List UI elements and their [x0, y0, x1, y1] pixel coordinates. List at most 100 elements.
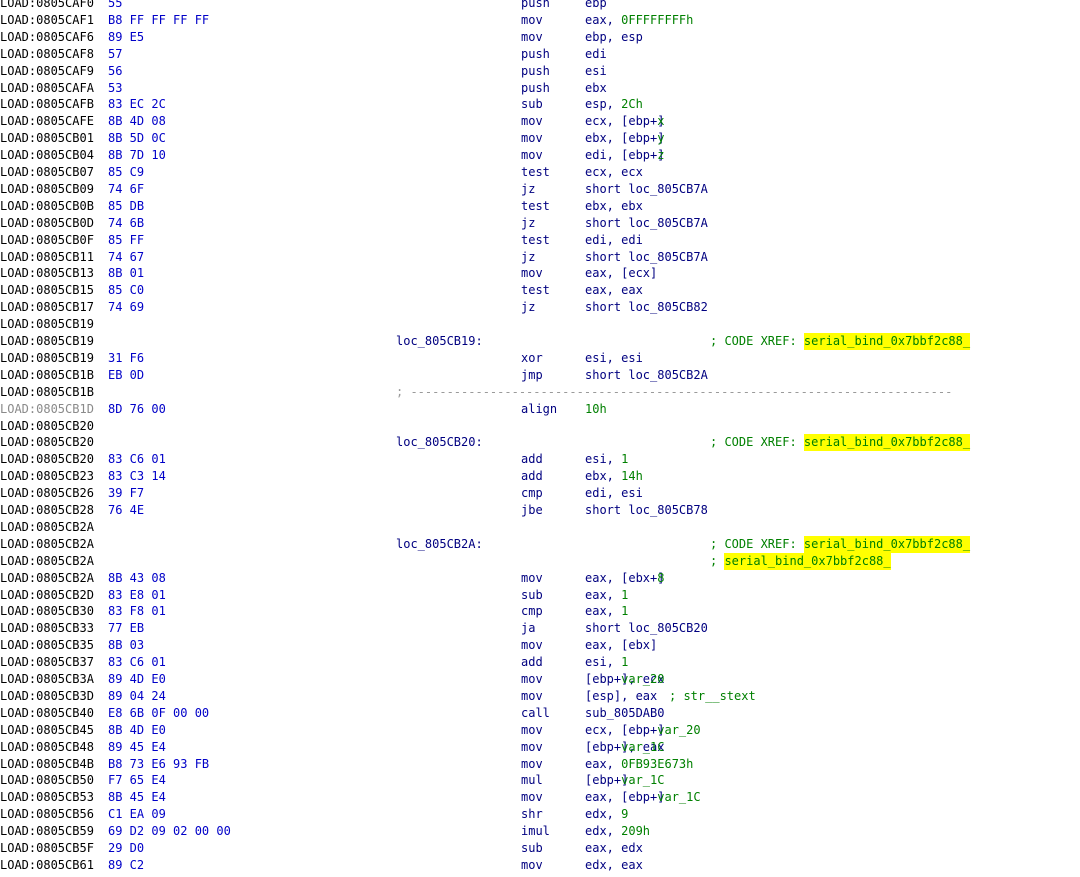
operands[interactable]: edx, eax [585, 857, 643, 874]
xref-link[interactable]: serial_bind_0x7bbf2c88_ [803, 333, 971, 350]
listing-row[interactable]: LOAD:0805CAFB 83 EC 2C sub esp, 2Ch [0, 96, 1080, 113]
listing-row[interactable]: LOAD:0805CB40 E8 6B 0F 00 00 call sub_805DA… [0, 705, 1080, 722]
operands[interactable]: esi, esi [585, 350, 643, 367]
listing-row[interactable]: LOAD:0805CB04 8B 7D 10 mov edi, [ebp+ z] [0, 147, 1080, 164]
operands[interactable]: eax, edx [585, 840, 643, 857]
operands[interactable]: esp, 2Ch [585, 96, 643, 113]
listing-row[interactable]: LOAD:0805CB11 74 67 jz short loc_805CB7A [0, 249, 1080, 266]
listing-row[interactable]: LOAD:0805CB35 8B 03 mov eax, [ebx] [0, 637, 1080, 654]
listing-row[interactable]: LOAD:0805CB37 83 C6 01 add esi, 1 [0, 654, 1080, 671]
stack-variable[interactable]: z [657, 147, 664, 164]
listing-row[interactable]: LOAD:0805CB17 74 69 jz short loc_805CB82 [0, 299, 1080, 316]
xref-link[interactable]: serial_bind_0x7bbf2c88_ [724, 552, 891, 570]
operands[interactable]: sub_805DAB0 [585, 705, 664, 722]
code-label[interactable]: loc_805CB19: [396, 333, 483, 350]
operands[interactable]: edx, 9 [585, 806, 628, 823]
operands[interactable]: esi, 1 [585, 451, 628, 468]
listing-row[interactable]: LOAD:0805CAFA 53 push ebx [0, 80, 1080, 97]
listing-row[interactable]: LOAD:0805CB0F 85 FF test edi, edi [0, 232, 1080, 249]
listing-row[interactable]: LOAD:0805CB50 F7 65 E4 mul [ebp+ var_1C] [0, 772, 1080, 789]
stack-variable[interactable]: var_1C [657, 789, 700, 806]
operands[interactable]: edi, esi [585, 485, 643, 502]
operands[interactable]: [ebp+ var_20], ecx [585, 671, 664, 688]
operands[interactable]: ebp [585, 0, 607, 12]
listing-row[interactable]: LOAD:0805CB20 83 C6 01 add esi, 1 [0, 451, 1080, 468]
listing-row[interactable]: LOAD:0805CB2A ; serial_bind_0x7bbf2c88_+8… [0, 552, 1080, 570]
stack-variable[interactable]: var_1C [621, 772, 664, 789]
disassembly-listing[interactable]: LOAD:0805CAF0 55 push ebp LOAD:0805CAF1 B8 FF… [0, 0, 1080, 877]
operands[interactable]: short loc_805CB7A [585, 181, 708, 198]
listing-row[interactable]: LOAD:0805CB48 89 45 E4 mov [ebp+ var_1C], ea… [0, 739, 1080, 756]
stack-variable[interactable]: var_20 [621, 671, 664, 688]
operands[interactable]: eax, 1 [585, 587, 628, 604]
listing-row[interactable]: LOAD:0805CB3D 89 04 24 mov [esp], eax ; str_… [0, 688, 1080, 705]
operands[interactable]: eax, eax [585, 282, 643, 299]
operands[interactable]: ebx, [ebp+ y] [585, 130, 664, 147]
stack-variable[interactable]: x [657, 113, 664, 130]
operands[interactable]: [esp], eax [585, 688, 657, 705]
listing-row[interactable]: LOAD:0805CB15 85 C0 test eax, eax [0, 282, 1080, 299]
listing-row[interactable]: LOAD:0805CB0B 85 DB test ebx, ebx [0, 198, 1080, 215]
operands[interactable]: short loc_805CB7A [585, 249, 708, 266]
listing-row[interactable]: LOAD:0805CAFE 8B 4D 08 mov ecx, [ebp+ x] [0, 113, 1080, 130]
listing-row[interactable]: LOAD:0805CB45 8B 4D E0 mov ecx, [ebp+ var_20… [0, 722, 1080, 739]
listing-row[interactable]: LOAD:0805CB20 [0, 418, 1080, 435]
stack-variable[interactable]: y [657, 130, 664, 147]
listing-row[interactable]: LOAD:0805CAF1 B8 FF FF FF FF mov eax, 0FFFF… [0, 12, 1080, 29]
listing-row[interactable]: LOAD:0805CB59 69 D2 09 02 00 00 imul edx, 2… [0, 823, 1080, 840]
operands[interactable]: short loc_805CB7A [585, 215, 708, 232]
listing-row[interactable]: LOAD:0805CB4B B8 73 E6 93 FB mov eax, 0FB93… [0, 756, 1080, 773]
operands[interactable]: eax, [ecx] [585, 265, 657, 282]
listing-row[interactable]: LOAD:0805CAF9 56 push esi [0, 63, 1080, 80]
operands[interactable]: ebx, 14h [585, 468, 643, 485]
xref-link[interactable]: serial_bind_0x7bbf2c88_ [803, 434, 971, 452]
listing-row[interactable]: LOAD:0805CAF0 55 push ebp [0, 0, 1080, 12]
listing-row[interactable]: LOAD:0805CB09 74 6F jz short loc_805CB7A [0, 181, 1080, 198]
operands[interactable]: edi, edi [585, 232, 643, 249]
operands[interactable]: eax, 0FFFFFFFFh [585, 12, 693, 29]
operands[interactable]: eax, [ebp+ var_1C] [585, 789, 701, 806]
listing-row[interactable]: LOAD:0805CB1D 8D 76 00 align 10h [0, 401, 1080, 418]
operands[interactable]: edx, 209h [585, 823, 650, 840]
code-label[interactable]: loc_805CB2A: [396, 536, 483, 553]
operands[interactable]: esi [585, 63, 607, 80]
listing-row[interactable]: LOAD:0805CB20 loc_805CB20: ; CODE XREF: se… [0, 434, 1080, 452]
listing-row[interactable]: LOAD:0805CAF8 57 push edi [0, 46, 1080, 63]
listing-row[interactable]: LOAD:0805CAF6 89 E5 mov ebp, esp [0, 29, 1080, 46]
listing-row[interactable]: LOAD:0805CB07 85 C9 test ecx, ecx [0, 164, 1080, 181]
operands[interactable]: ecx, ecx [585, 164, 643, 181]
listing-row[interactable]: LOAD:0805CB30 83 F8 01 cmp eax, 1 [0, 603, 1080, 620]
listing-row[interactable]: LOAD:0805CB61 89 C2 mov edx, eax [0, 857, 1080, 874]
operands[interactable]: ecx, [ebp+ x] [585, 113, 664, 130]
code-label[interactable]: loc_805CB20: [396, 434, 483, 451]
listing-row[interactable]: LOAD:0805CB13 8B 01 mov eax, [ecx] [0, 265, 1080, 282]
listing-row[interactable]: LOAD:0805CB1B ; -------------------------… [0, 384, 1080, 401]
stack-variable[interactable]: var_20 [657, 722, 700, 739]
listing-row[interactable]: LOAD:0805CB19 31 F6 xor esi, esi [0, 350, 1080, 367]
operands[interactable]: esi, 1 [585, 654, 628, 671]
xref-link[interactable]: serial_bind_0x7bbf2c88_ [803, 535, 971, 553]
operands[interactable]: ebp, esp [585, 29, 643, 46]
operands[interactable]: eax, 0FB93E673h [585, 756, 693, 773]
operands[interactable]: short loc_805CB20 [585, 620, 708, 637]
listing-row[interactable]: LOAD:0805CB1B EB 0D jmp short loc_805CB2A [0, 367, 1080, 384]
operands[interactable]: short loc_805CB78 [585, 502, 708, 519]
listing-row[interactable]: LOAD:0805CB2A 8B 43 08 mov eax, [ebx+ 8] [0, 570, 1080, 587]
operands[interactable]: eax, [ebx] [585, 637, 657, 654]
listing-row[interactable]: LOAD:0805CB01 8B 5D 0C mov ebx, [ebp+ y] [0, 130, 1080, 147]
listing-row[interactable]: LOAD:0805CB19 loc_805CB19: ; CODE XREF: se… [0, 333, 1080, 350]
operands[interactable]: [ebp+ var_1C] [585, 772, 664, 789]
listing-row[interactable]: LOAD:0805CB33 77 EB ja short loc_805CB20 [0, 620, 1080, 637]
listing-row[interactable]: LOAD:0805CB0D 74 6B jz short loc_805CB7A [0, 215, 1080, 232]
operands[interactable]: short loc_805CB82 [585, 299, 708, 316]
operands[interactable]: eax, [ebx+ 8] [585, 570, 664, 587]
listing-row[interactable]: LOAD:0805CB5F 29 D0 sub eax, edx [0, 840, 1080, 857]
operands[interactable]: ebx [585, 80, 607, 97]
operands[interactable]: edi [585, 46, 607, 63]
listing-row[interactable]: LOAD:0805CB26 39 F7 cmp edi, esi [0, 485, 1080, 502]
listing-row[interactable]: LOAD:0805CB3A 89 4D E0 mov [ebp+ var_20], ec… [0, 671, 1080, 688]
stack-variable[interactable]: var_1C [621, 739, 664, 756]
listing-row[interactable]: LOAD:0805CB23 83 C3 14 add ebx, 14h [0, 468, 1080, 485]
operands[interactable]: [ebp+ var_1C], eax [585, 739, 664, 756]
operands[interactable]: ecx, [ebp+ var_20] [585, 722, 701, 739]
